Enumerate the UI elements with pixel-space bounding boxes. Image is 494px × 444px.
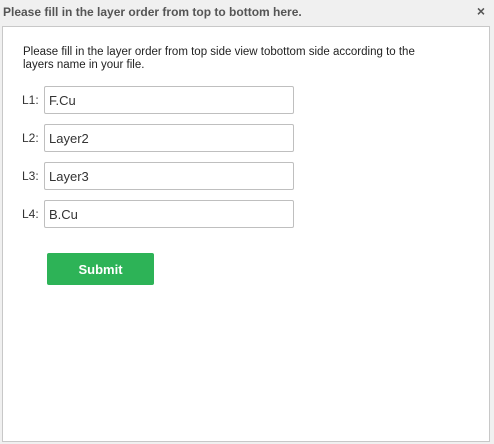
close-icon[interactable]: × (477, 4, 485, 18)
dialog-titlebar: Please fill in the layer order from top … (0, 0, 494, 24)
layer-label-l1: L1: (22, 93, 39, 107)
layer-order-dialog: Please fill in the layer order from top … (0, 0, 494, 444)
dialog-title: Please fill in the layer order from top … (3, 5, 302, 19)
layer-label-l3: L3: (22, 169, 39, 183)
instructions-text: Please fill in the layer order from top … (23, 46, 415, 71)
layer-label-l4: L4: (22, 207, 39, 221)
layer-input-l1[interactable] (44, 86, 294, 114)
layer-input-l4[interactable] (44, 200, 294, 228)
layer-input-l2[interactable] (44, 124, 294, 152)
submit-button[interactable]: Submit (47, 253, 154, 285)
layer-input-l3[interactable] (44, 162, 294, 190)
layer-label-l2: L2: (22, 131, 39, 145)
dialog-body: Please fill in the layer order from top … (2, 26, 490, 442)
